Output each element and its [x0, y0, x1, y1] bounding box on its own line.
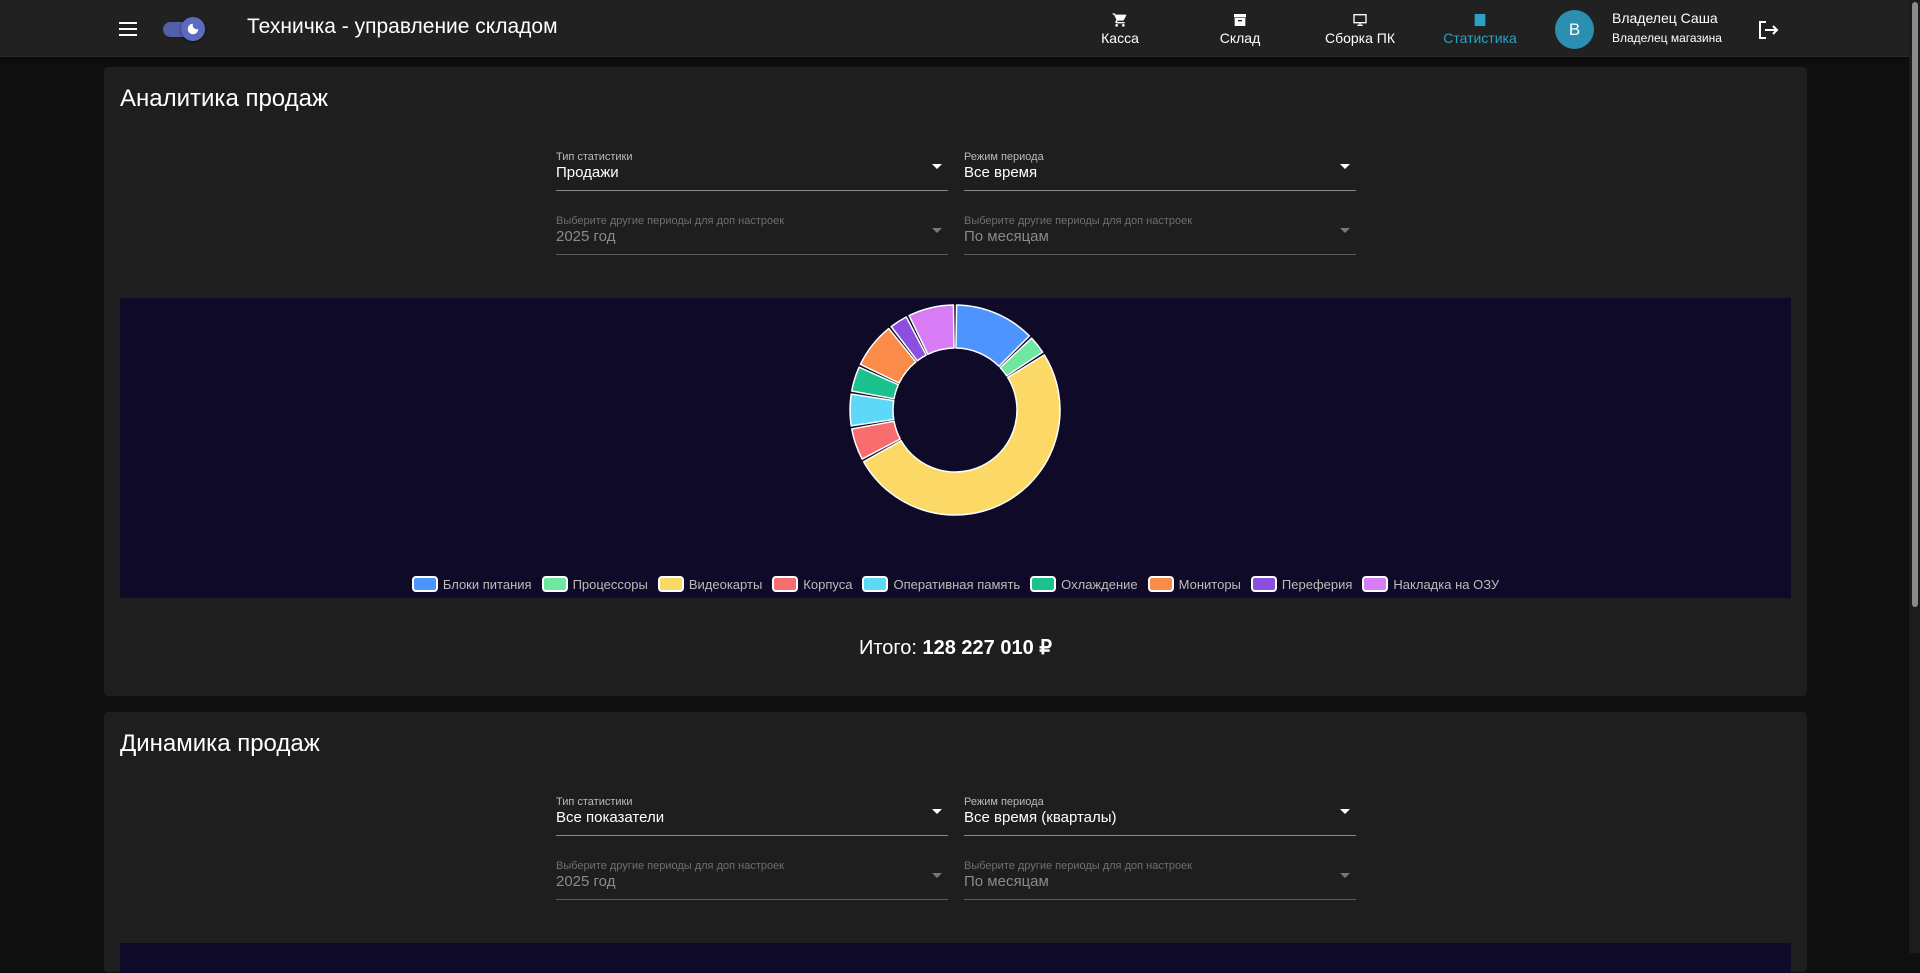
moon-icon — [181, 17, 205, 41]
nav-sborka[interactable]: Сборка ПК — [1300, 12, 1420, 46]
field-label: Выберите другие периоды для доп настроек — [556, 860, 785, 872]
legend-item[interactable]: Корпуса — [772, 576, 852, 592]
chevron-down-icon — [932, 809, 942, 814]
chart-icon — [1474, 14, 1486, 26]
field-value: 2025 год — [556, 873, 616, 890]
legend-item[interactable]: Оперативная память — [862, 576, 1020, 592]
total-label: Итого: — [858, 637, 917, 659]
app-title: Техничка - управление складом — [247, 15, 558, 38]
field-value: Все показатели — [556, 809, 665, 826]
field-label: Тип статистики — [556, 796, 633, 808]
field-label: Тип статистики — [556, 151, 633, 163]
nav-label: Склад — [1219, 30, 1261, 46]
legend-swatch — [862, 576, 889, 592]
card-title: Динамика продаж — [120, 730, 320, 757]
field-value: Продажи — [556, 164, 619, 181]
field-value: По месяцам — [964, 228, 1049, 245]
field-value: Все время (кварталы) — [964, 809, 1117, 826]
legend-swatch — [772, 576, 799, 592]
nav-label: Сборка ПК — [1324, 30, 1396, 46]
legend-label: Блоки питания — [442, 576, 532, 592]
chevron-down-icon — [1340, 873, 1350, 878]
chevron-down-icon — [1340, 164, 1350, 169]
scrollbar-thumb[interactable] — [1912, 2, 1918, 607]
legend-item[interactable]: Переферия — [1250, 576, 1353, 592]
logout-icon[interactable] — [1756, 18, 1780, 42]
chevron-down-icon — [932, 164, 942, 169]
legend-item[interactable]: Мониторы — [1147, 576, 1241, 592]
nav-kassa[interactable]: Касса — [1060, 12, 1180, 46]
menu-icon[interactable] — [116, 17, 140, 41]
legend-label: Процессоры — [572, 576, 648, 592]
theme-toggle[interactable] — [163, 17, 207, 41]
legend-label: Охлаждение — [1061, 576, 1138, 592]
nav-statistika[interactable]: Статистика — [1420, 12, 1540, 46]
legend-item[interactable]: Накладка на ОЗУ — [1362, 576, 1499, 592]
legend-label: Переферия — [1281, 576, 1353, 592]
stat-type-select[interactable]: Тип статистики Продажи — [556, 151, 948, 191]
sales-dynamics-card: Динамика продаж Тип статистики Все показ… — [104, 712, 1807, 973]
period-mode-select[interactable]: Режим периода Все время (кварталы) — [964, 796, 1356, 836]
field-value: 2025 год — [556, 228, 616, 245]
legend-swatch — [541, 576, 568, 592]
stat-type-select[interactable]: Тип статистики Все показатели — [556, 796, 948, 836]
user-role: Владелец магазина — [1612, 31, 1722, 45]
period-mode-select[interactable]: Режим периода Все время — [964, 151, 1356, 191]
card-title: Аналитика продаж — [120, 85, 329, 112]
user-name: Владелец Саша — [1612, 10, 1718, 26]
dynamics-chart-area — [120, 943, 1791, 973]
year-select[interactable]: Выберите другие периоды для доп настроек… — [556, 215, 948, 255]
chart-legend: Блоки питания Процессоры Видеокарты Корпуса… — [120, 576, 1791, 592]
nav-sklad[interactable]: Склад — [1180, 12, 1300, 46]
chevron-down-icon — [932, 228, 942, 233]
legend-swatch — [1147, 576, 1174, 592]
year-select[interactable]: Выберите другие периоды для доп настроек… — [556, 860, 948, 900]
field-value: По месяцам — [964, 873, 1049, 890]
legend-label: Корпуса — [803, 576, 853, 592]
legend-swatch — [411, 576, 438, 592]
donut-chart — [849, 304, 1061, 516]
chevron-down-icon — [932, 873, 942, 878]
total-sum: Итого: 128 227 010 ₽ — [104, 635, 1807, 660]
cart-icon — [1112, 13, 1127, 27]
legend-swatch — [1030, 576, 1057, 592]
legend-label: Мониторы — [1178, 576, 1241, 592]
monitor-icon — [1353, 14, 1367, 26]
legend-label: Оперативная память — [893, 576, 1021, 592]
archive-icon — [1234, 14, 1246, 26]
legend-item[interactable]: Охлаждение — [1030, 576, 1138, 592]
donut-slice-5[interactable] — [849, 393, 895, 427]
legend-item[interactable]: Процессоры — [541, 576, 648, 592]
nav-label: Статистика — [1443, 30, 1517, 46]
legend-label: Видеокарты — [688, 576, 763, 592]
field-label: Режим периода — [964, 796, 1044, 808]
total-value: 128 227 010 ₽ — [922, 637, 1053, 659]
field-label: Режим периода — [964, 151, 1044, 163]
chevron-down-icon — [1340, 809, 1350, 814]
field-label: Выберите другие периоды для доп настроек — [556, 215, 785, 227]
legend-item[interactable]: Видеокарты — [657, 576, 763, 592]
field-label: Выберите другие периоды для доп настроек — [964, 215, 1193, 227]
legend-swatch — [657, 576, 684, 592]
app-bar: Техничка - управление складом Касса Скла… — [0, 0, 1920, 57]
sales-analytics-card: Аналитика продаж Тип статистики Продажи … — [104, 67, 1807, 696]
donut-chart-area: Блоки питания Процессоры Видеокарты Корпуса… — [120, 298, 1791, 598]
legend-swatch — [1250, 576, 1277, 592]
legend-item[interactable]: Блоки питания — [411, 576, 532, 592]
field-value: Все время — [964, 164, 1038, 181]
chevron-down-icon — [1340, 228, 1350, 233]
nav-label: Касса — [1101, 30, 1139, 46]
avatar[interactable]: В — [1555, 10, 1594, 49]
field-label: Выберите другие периоды для доп настроек — [964, 860, 1193, 872]
legend-label: Накладка на ОЗУ — [1393, 576, 1500, 592]
legend-swatch — [1362, 576, 1389, 592]
granularity-select[interactable]: Выберите другие периоды для доп настроек… — [964, 860, 1356, 900]
granularity-select[interactable]: Выберите другие периоды для доп настроек… — [964, 215, 1356, 255]
